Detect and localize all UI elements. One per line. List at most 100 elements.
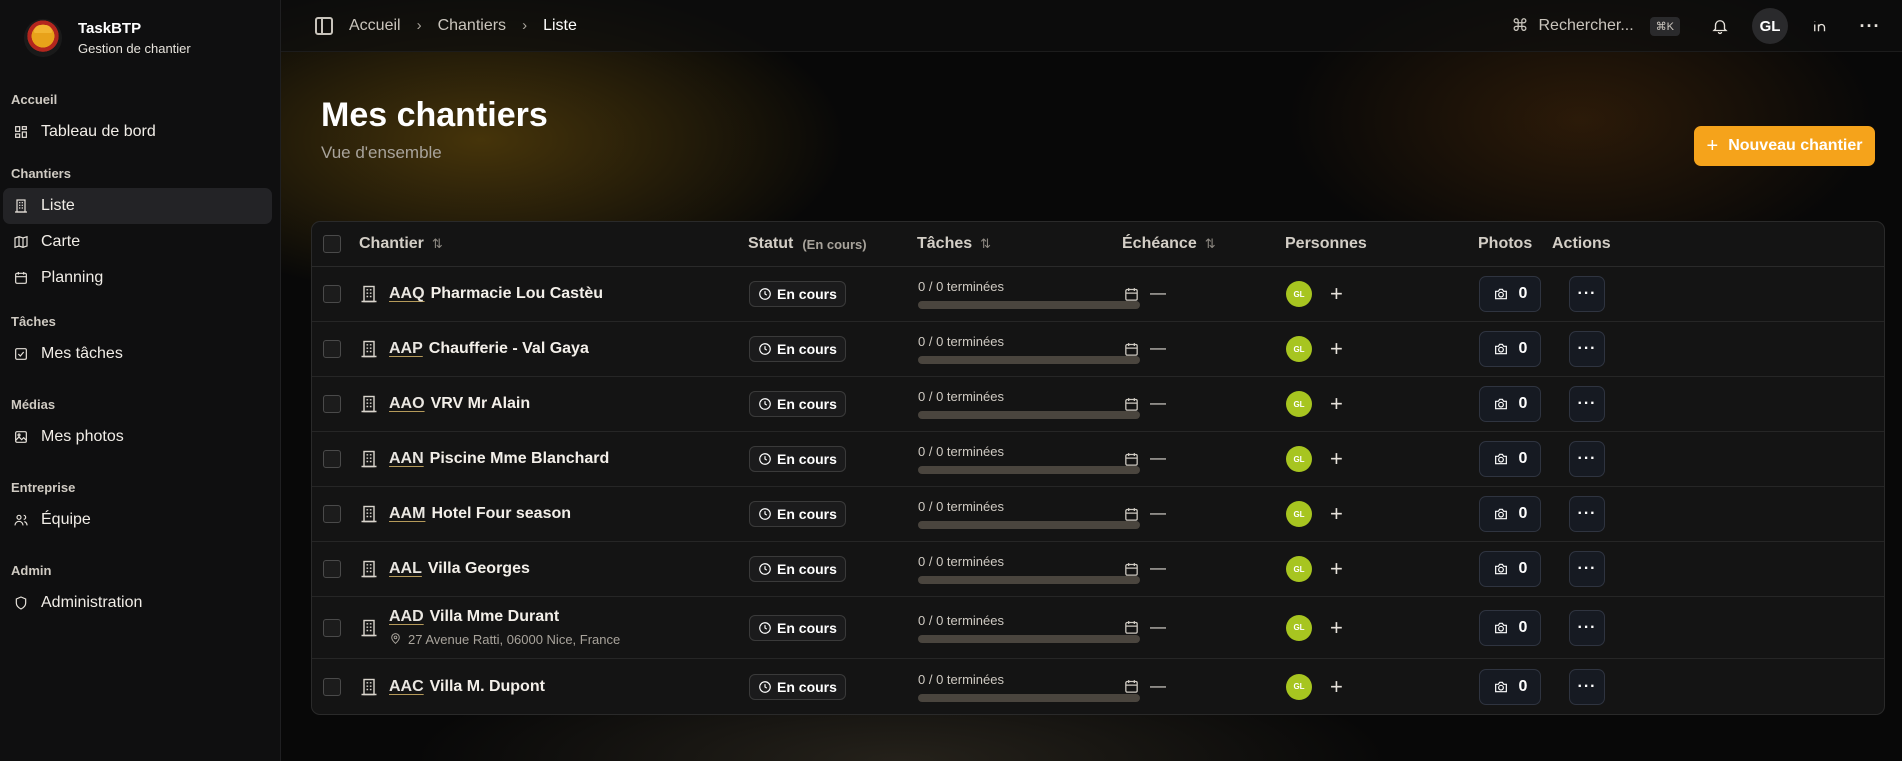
row-actions-button[interactable]: ··· xyxy=(1569,331,1605,367)
row-checkbox[interactable] xyxy=(323,285,341,303)
table-row[interactable]: AAP Chaufferie - Val Gaya En cours 0 / 0 … xyxy=(312,322,1884,377)
sort-chantier[interactable]: Chantier ⇅ xyxy=(359,222,443,266)
table-row[interactable]: AAD Villa Mme Durant 27 Avenue Ratti, 060… xyxy=(312,597,1884,659)
calendar-icon[interactable] xyxy=(1123,619,1140,636)
person-avatar[interactable]: GL xyxy=(1286,501,1312,527)
breadcrumb-accueil[interactable]: Accueil xyxy=(349,17,401,35)
table-row[interactable]: AAN Piscine Mme Blanchard En cours 0 / 0 … xyxy=(312,432,1884,487)
chantier-code-link[interactable]: AAQ xyxy=(389,285,425,302)
chantier-name[interactable]: Villa Mme Durant xyxy=(430,608,560,625)
chantier-code-link[interactable]: AAO xyxy=(389,395,425,412)
clock-icon xyxy=(758,680,777,694)
row-actions-button[interactable]: ··· xyxy=(1569,276,1605,312)
calendar-icon[interactable] xyxy=(1123,341,1140,358)
calendar-icon[interactable] xyxy=(1123,451,1140,468)
row-checkbox[interactable] xyxy=(323,560,341,578)
sidebar-item-mes-tâches[interactable]: Mes tâches xyxy=(3,336,272,372)
calendar-icon[interactable] xyxy=(1123,506,1140,523)
sidebar-item-carte[interactable]: Carte xyxy=(3,224,272,260)
new-chantier-button[interactable]: + Nouveau chantier xyxy=(1694,126,1875,166)
photos-button[interactable]: 0 xyxy=(1479,551,1541,587)
table-row[interactable]: AAC Villa M. Dupont En cours 0 / 0 termin… xyxy=(312,659,1884,714)
row-actions-button[interactable]: ··· xyxy=(1569,551,1605,587)
sidebar-item-équipe[interactable]: Équipe xyxy=(3,502,272,538)
row-checkbox[interactable] xyxy=(323,677,341,696)
status-label: En cours xyxy=(777,341,837,357)
photos-button[interactable]: 0 xyxy=(1479,441,1541,477)
add-person-button[interactable]: + xyxy=(1330,501,1343,527)
row-checkbox[interactable] xyxy=(323,618,341,637)
sidebar-item-administration[interactable]: Administration xyxy=(3,585,272,621)
row-checkbox[interactable] xyxy=(323,340,341,358)
sort-echeance[interactable]: Échéance ⇅ xyxy=(1122,222,1216,266)
photos-button[interactable]: 0 xyxy=(1479,496,1541,532)
photos-button[interactable]: 0 xyxy=(1479,609,1541,646)
row-checkbox[interactable] xyxy=(323,395,341,413)
person-avatar[interactable]: GL xyxy=(1286,556,1312,582)
person-avatar[interactable]: GL xyxy=(1286,614,1312,641)
add-person-button[interactable]: + xyxy=(1330,615,1343,641)
add-person-button[interactable]: + xyxy=(1330,336,1343,362)
photos-button[interactable]: 0 xyxy=(1479,276,1541,312)
chantier-code-link[interactable]: AAD xyxy=(389,608,424,625)
photos-button[interactable]: 0 xyxy=(1479,331,1541,367)
row-actions-button[interactable]: ··· xyxy=(1569,496,1605,532)
person-avatar[interactable]: GL xyxy=(1286,446,1312,472)
nav-group: Tâches Mes tâches xyxy=(0,314,281,372)
breadcrumb-chantiers[interactable]: Chantiers xyxy=(438,17,506,35)
calendar-icon[interactable] xyxy=(1123,286,1140,303)
row-checkbox[interactable] xyxy=(323,505,341,523)
chantier-code-link[interactable]: AAL xyxy=(389,560,422,577)
sidebar-item-mes-photos[interactable]: Mes photos xyxy=(3,419,272,455)
brand[interactable]: TaskBTP Gestion de chantier xyxy=(0,0,280,76)
person-avatar[interactable]: GL xyxy=(1286,281,1312,307)
more-menu-icon[interactable]: ··· xyxy=(1852,8,1888,44)
chantier-name[interactable]: Chaufferie - Val Gaya xyxy=(429,340,589,357)
select-all-checkbox[interactable] xyxy=(323,235,341,253)
add-person-button[interactable]: + xyxy=(1330,674,1343,700)
table-row[interactable]: AAL Villa Georges En cours 0 / 0 terminée… xyxy=(312,542,1884,597)
chantier-name[interactable]: Villa Georges xyxy=(428,560,530,577)
person-avatar[interactable]: GL xyxy=(1286,673,1312,700)
status-badge: En cours xyxy=(749,391,846,417)
search-button[interactable]: ⌘ Rechercher... ⌘K xyxy=(1512,16,1680,36)
chantier-name[interactable]: VRV Mr Alain xyxy=(431,395,531,412)
row-actions-button[interactable]: ··· xyxy=(1569,386,1605,422)
tasks-progress-bar xyxy=(918,634,1140,643)
sidebar-toggle-icon[interactable] xyxy=(315,16,333,35)
person-avatar[interactable]: GL xyxy=(1286,336,1312,362)
sidebar-item-planning[interactable]: Planning xyxy=(3,260,272,296)
photos-button[interactable]: 0 xyxy=(1479,386,1541,422)
sidebar-item-liste[interactable]: Liste xyxy=(3,188,272,224)
chantier-name[interactable]: Pharmacie Lou Castèu xyxy=(431,285,604,302)
row-actions-button[interactable]: ··· xyxy=(1569,668,1605,705)
table-row[interactable]: AAM Hotel Four season En cours 0 / 0 term… xyxy=(312,487,1884,542)
row-actions-button[interactable]: ··· xyxy=(1569,609,1605,646)
chantier-code-link[interactable]: AAC xyxy=(389,678,424,695)
add-person-button[interactable]: + xyxy=(1330,281,1343,307)
chantier-name[interactable]: Piscine Mme Blanchard xyxy=(430,450,610,467)
calendar-icon[interactable] xyxy=(1123,678,1140,695)
table-row[interactable]: AAQ Pharmacie Lou Castèu En cours 0 / 0 t… xyxy=(312,267,1884,322)
add-person-button[interactable]: + xyxy=(1330,446,1343,472)
calendar-icon[interactable] xyxy=(1123,561,1140,578)
chantier-name[interactable]: Villa M. Dupont xyxy=(430,678,545,695)
add-person-button[interactable]: + xyxy=(1330,391,1343,417)
photos-button[interactable]: 0 xyxy=(1479,668,1541,705)
add-person-button[interactable]: + xyxy=(1330,556,1343,582)
table-row[interactable]: AAO VRV Mr Alain En cours 0 / 0 terminées… xyxy=(312,377,1884,432)
user-avatar[interactable]: GL xyxy=(1752,8,1788,44)
camera-icon xyxy=(1493,561,1509,577)
notifications-bell-icon[interactable] xyxy=(1702,8,1738,44)
row-actions-button[interactable]: ··· xyxy=(1569,441,1605,477)
linkedin-icon[interactable] xyxy=(1802,8,1838,44)
sort-taches[interactable]: Tâches ⇅ xyxy=(917,222,991,266)
row-checkbox[interactable] xyxy=(323,450,341,468)
calendar-icon[interactable] xyxy=(1123,396,1140,413)
chantier-code-link[interactable]: AAN xyxy=(389,450,424,467)
sidebar-item-tableau-de-bord[interactable]: Tableau de bord xyxy=(3,114,272,150)
chantier-code-link[interactable]: AAM xyxy=(389,505,425,522)
chantier-name[interactable]: Hotel Four season xyxy=(431,505,571,522)
person-avatar[interactable]: GL xyxy=(1286,391,1312,417)
chantier-code-link[interactable]: AAP xyxy=(389,340,423,357)
